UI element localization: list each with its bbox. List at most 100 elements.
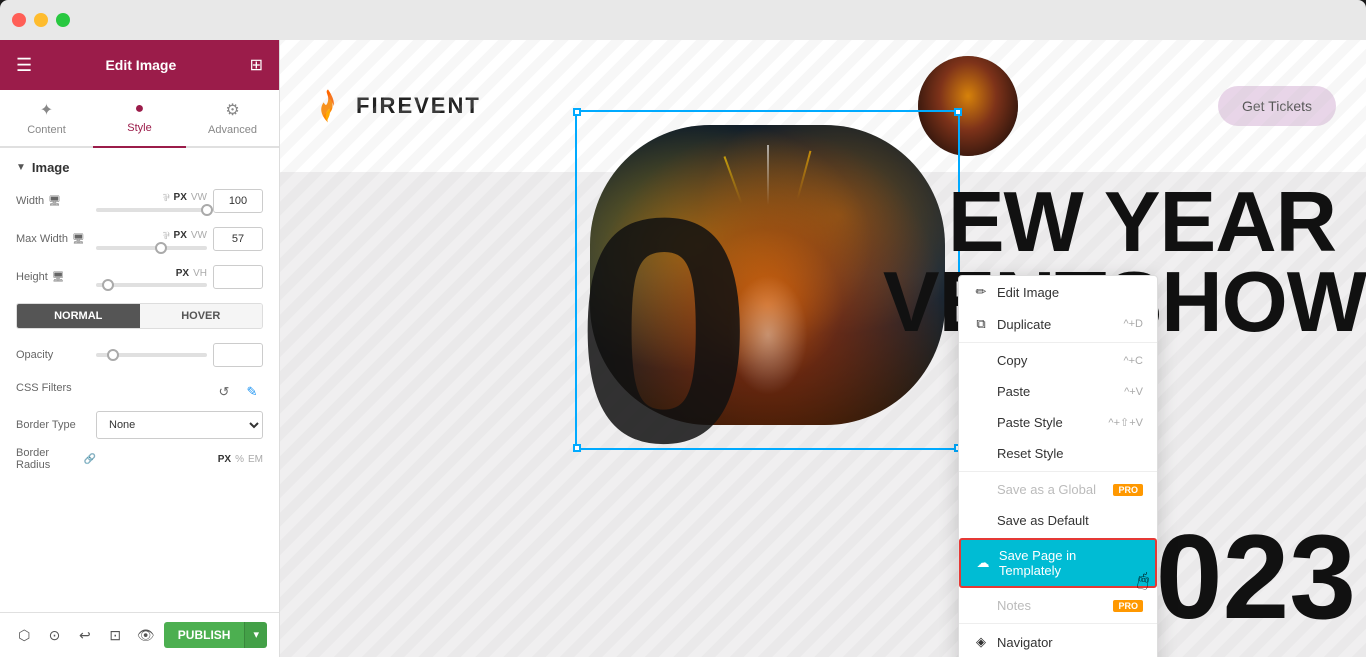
border-type-select[interactable]: None Solid Dashed Dotted Double	[96, 411, 263, 439]
ctx-edit-image[interactable]: ✏ Edit Image	[959, 276, 1157, 308]
ctx-navigator[interactable]: ◈ Navigator	[959, 626, 1157, 657]
minimize-button[interactable]	[34, 13, 48, 27]
get-tickets-button[interactable]: Get Tickets	[1218, 86, 1336, 126]
opacity-field-row: Opacity	[16, 343, 263, 367]
height-label: Height 🖥	[16, 271, 96, 283]
edit-image-icon: ✏	[973, 284, 989, 300]
ctx-reset-style[interactable]: Reset Style	[959, 438, 1157, 469]
height-field-row: Height 🖥 PX VH	[16, 265, 263, 289]
ctx-paste-style-label: Paste Style	[973, 415, 1063, 430]
panel-footer: ⬡ ⊙ ↩ ⊡ 👁 PUBLISH ▾	[0, 612, 279, 657]
ctx-copy[interactable]: Copy ^+C	[959, 345, 1157, 376]
ctx-notes[interactable]: Notes PRO	[959, 590, 1157, 621]
objects-icon[interactable]: ⊙	[42, 621, 66, 649]
height-input[interactable]	[213, 265, 263, 289]
ctx-save-default[interactable]: Save as Default	[959, 505, 1157, 536]
width-units: ⅌ PX VW	[96, 190, 207, 204]
css-filter-refresh-icon[interactable]: ↺	[213, 381, 235, 403]
ctx-save-global[interactable]: Save as a Global PRO	[959, 474, 1157, 505]
publish-arrow-button[interactable]: ▾	[244, 622, 267, 648]
grid-icon[interactable]: ⊞	[250, 55, 263, 75]
ctx-paste-style[interactable]: Paste Style ^+⇧+V	[959, 407, 1157, 438]
history-icon[interactable]: ↩	[73, 621, 97, 649]
save-templately-icon: ☁	[975, 555, 991, 571]
ctx-navigator-label: ◈ Navigator	[973, 634, 1053, 650]
ctx-edit-image-label: ✏ Edit Image	[973, 284, 1059, 300]
ctx-duplicate[interactable]: ⧉ Duplicate ^+D	[959, 308, 1157, 340]
opacity-slider-thumb[interactable]	[107, 349, 119, 361]
maximize-button[interactable]	[56, 13, 70, 27]
ctx-save-default-label: Save as Default	[973, 513, 1089, 528]
width-slider-track[interactable]	[96, 208, 207, 212]
br-unit-percent[interactable]: %	[235, 454, 244, 465]
tab-style[interactable]: ● Style	[93, 90, 186, 148]
navigator-icon: ◈	[973, 634, 989, 650]
opacity-label: Opacity	[16, 349, 96, 361]
tab-advanced[interactable]: ⚙ Advanced	[186, 90, 279, 148]
notes-badge: PRO	[1113, 600, 1143, 612]
ctx-divider-1	[959, 342, 1157, 343]
tab-content[interactable]: ✦ Content	[0, 90, 93, 148]
ctx-copy-shortcut: ^+C	[1123, 355, 1143, 367]
width-controls: ⅌ PX VW	[96, 190, 207, 212]
height-responsive-icon: 🖥	[52, 272, 65, 283]
opacity-slider-track[interactable]	[96, 353, 207, 357]
max-width-slider-thumb[interactable]	[155, 242, 167, 254]
ctx-paste[interactable]: Paste ^+V	[959, 376, 1157, 407]
ctx-paste-style-shortcut: ^+⇧+V	[1108, 416, 1143, 429]
br-unit-em[interactable]: EM	[248, 454, 263, 465]
ctx-save-global-label: Save as a Global	[973, 482, 1096, 497]
max-width-slider-track[interactable]	[96, 246, 207, 250]
max-width-responsive-icon: 🖥	[72, 234, 85, 245]
css-filter-icons: ↺ ✎	[213, 381, 263, 403]
close-button[interactable]	[12, 13, 26, 27]
layers-icon[interactable]: ⬡	[12, 621, 36, 649]
style-tab-icon: ●	[135, 100, 145, 118]
height-unit-vh[interactable]: VH	[193, 268, 207, 279]
width-label: Width 🖥	[16, 195, 96, 207]
width-unit-vw[interactable]: VW	[191, 192, 207, 203]
css-filter-edit-icon[interactable]: ✎	[241, 381, 263, 403]
ctx-notes-label: Notes	[973, 598, 1031, 613]
sparkle-1	[767, 145, 769, 205]
section-arrow-icon: ▼	[16, 162, 26, 173]
max-width-unit-px[interactable]: PX	[174, 230, 187, 241]
panel-menu-icon[interactable]: ☰	[16, 55, 32, 76]
max-width-unit-vw[interactable]: VW	[191, 230, 207, 241]
height-slider-track[interactable]	[96, 283, 207, 287]
ctx-paste-shortcut: ^+V	[1124, 386, 1143, 398]
border-type-field-row: Border Type None Solid Dashed Dotted Dou…	[16, 411, 263, 439]
publish-button-group: PUBLISH ▾	[164, 622, 267, 648]
width-percent-icon: ⅌	[163, 190, 170, 204]
hover-button[interactable]: HOVER	[140, 304, 263, 328]
ctx-duplicate-shortcut: ^+D	[1123, 318, 1143, 330]
ctx-save-templately-label: ☁ Save Page in Templately	[975, 548, 1141, 578]
border-radius-label: Border Radius 🔗	[16, 447, 96, 471]
height-unit-px[interactable]: PX	[176, 268, 189, 279]
width-input[interactable]: 100	[213, 189, 263, 213]
image-section-header: ▼ Image	[16, 160, 263, 175]
normal-button[interactable]: NORMAL	[17, 304, 140, 328]
max-width-field-row: Max Width 🖥 ⅌ PX VW 57	[16, 227, 263, 251]
br-unit-px[interactable]: PX	[218, 454, 231, 465]
ctx-save-templately[interactable]: ☁ Save Page in Templately	[959, 538, 1157, 588]
resize-handle-tr[interactable]	[954, 108, 962, 116]
panel-header-icons: ⊞	[250, 55, 263, 75]
opacity-controls	[96, 353, 207, 357]
width-slider-thumb[interactable]	[201, 204, 213, 216]
left-panel: ☰ Edit Image ⊞ ✦ Content ● Style ⚙ Advan…	[0, 40, 280, 657]
max-width-input[interactable]: 57	[213, 227, 263, 251]
max-width-label: Max Width 🖥	[16, 233, 96, 245]
height-slider-thumb[interactable]	[102, 279, 114, 291]
visibility-icon[interactable]: 👁	[133, 621, 157, 649]
responsive-icon[interactable]: ⊡	[103, 621, 127, 649]
duplicate-icon: ⧉	[973, 316, 989, 332]
tab-style-label: Style	[127, 122, 151, 134]
max-width-controls: ⅌ PX VW	[96, 228, 207, 250]
opacity-input[interactable]	[213, 343, 263, 367]
resize-handle-tl[interactable]	[573, 108, 581, 116]
main-canvas[interactable]: FIREVENT Get Tickets 0	[280, 40, 1366, 657]
css-filters-label: CSS Filters	[16, 382, 72, 394]
width-unit-px[interactable]: PX	[174, 192, 187, 203]
publish-button[interactable]: PUBLISH	[164, 622, 245, 648]
